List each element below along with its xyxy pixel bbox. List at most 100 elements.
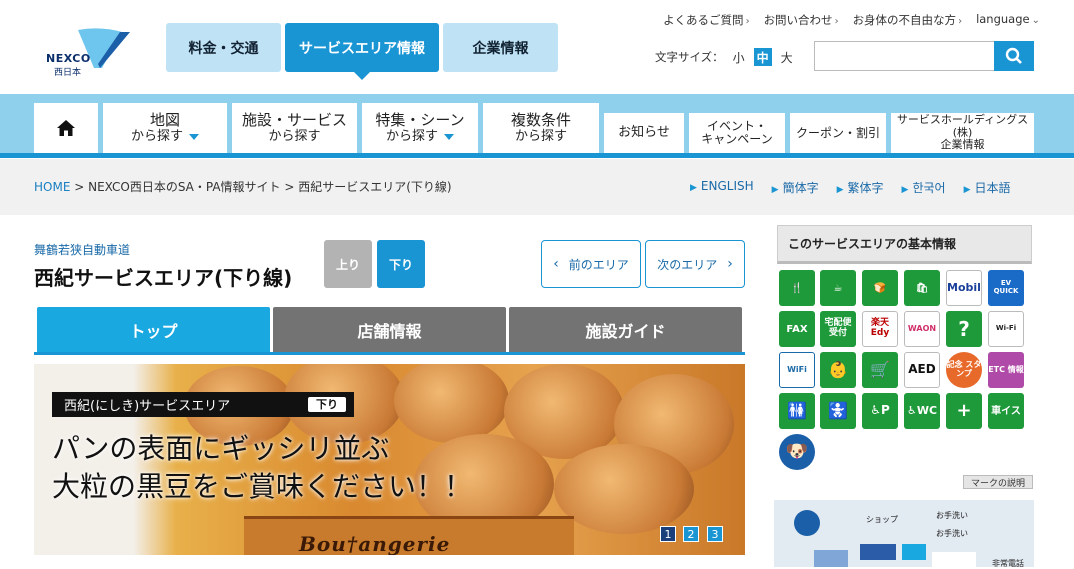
tab-corporate[interactable]: 企業情報: [443, 23, 558, 72]
icon-glyph: 記念 スタンプ: [946, 360, 982, 378]
tab-label: 企業情報: [472, 40, 529, 57]
logo-subtext: 西日本: [54, 68, 82, 78]
font-size-large[interactable]: 大: [778, 48, 796, 66]
language-links: ▶ ENGLISH ▶ 簡体字 ▶ 繁体字 ▶ 한국어 ▶ 日本語: [690, 179, 1011, 196]
etc-icon[interactable]: ETC 情報: [988, 352, 1024, 388]
chevron-right-icon: ›: [834, 16, 839, 27]
font-size-small[interactable]: 小: [730, 48, 748, 66]
nav-facility-search[interactable]: 施設・サービス から探す: [232, 103, 357, 153]
tab-facility-guide[interactable]: 施設ガイド: [509, 307, 742, 353]
lang-simplified-chinese[interactable]: ▶ 簡体字: [772, 179, 819, 196]
link-contact[interactable]: お問い合わせ ›: [764, 12, 839, 28]
link-label: よくあるご質問: [663, 13, 744, 27]
banner-label: 西紀(にしき)サービスエリア 下り: [52, 392, 354, 417]
wifi-sign-icon[interactable]: Wi-Fi: [988, 311, 1024, 347]
nav-home[interactable]: [34, 103, 98, 153]
slide-page-2[interactable]: 2: [683, 526, 699, 542]
nav-sublabel: から探す: [386, 129, 454, 145]
icon-glyph: Mobil: [947, 280, 981, 294]
chevron-right-icon: ›: [727, 256, 733, 272]
area-map[interactable]: ショップ お手洗い お手洗い 非常電話: [774, 500, 1034, 568]
nav-news[interactable]: お知らせ: [604, 113, 684, 153]
breadcrumb-home[interactable]: HOME: [34, 180, 70, 194]
nav-label: 地図: [149, 110, 180, 129]
tab-top[interactable]: トップ: [37, 307, 270, 353]
wheelchair-icon[interactable]: 車イス: [988, 393, 1024, 429]
search-input[interactable]: [815, 42, 985, 70]
link-accessibility[interactable]: お身体の不自由な方 ›: [853, 12, 963, 28]
ev-quick-icon[interactable]: EV QUICK: [988, 270, 1024, 306]
cart-icon[interactable]: 🛒: [862, 352, 898, 388]
slide-page-1[interactable]: 1: [660, 526, 676, 542]
restaurant-icon[interactable]: 🍴: [779, 270, 815, 306]
nursing-icon[interactable]: 👶: [820, 352, 856, 388]
edy-icon[interactable]: 楽天 Edy: [862, 311, 898, 347]
arrow-right-icon: ▶: [836, 185, 844, 195]
next-area-button[interactable]: 次のエリア ›: [645, 240, 745, 288]
mobil-icon[interactable]: Mobil: [946, 270, 982, 306]
accessible-parking-icon[interactable]: ♿P: [862, 393, 898, 429]
stamp-icon[interactable]: 記念 スタンプ: [946, 352, 982, 388]
delivery-icon[interactable]: 宅配便 受付: [820, 311, 856, 347]
nexco-logo[interactable]: NEXCO 西日本: [40, 24, 140, 78]
font-size-medium[interactable]: 中: [753, 48, 772, 66]
icon-glyph: WAON: [907, 323, 937, 333]
info-icon[interactable]: ?: [946, 311, 982, 347]
direction-up-button[interactable]: 上り: [324, 240, 372, 288]
icon-glyph: 🛒: [870, 360, 890, 380]
aed-icon[interactable]: AED: [904, 352, 940, 388]
expressway-name[interactable]: 舞鶴若狭自動車道: [34, 241, 130, 258]
shopping-icon[interactable]: 🛍: [904, 270, 940, 306]
accessible-toilet-icon[interactable]: ♿WC: [904, 393, 940, 429]
lang-japanese[interactable]: ▶ 日本語: [964, 179, 1011, 196]
hero-banner[interactable]: Bou†angerie 西紀(にしき)サービスエリア 下り パンの表面にギッシリ…: [34, 364, 745, 555]
slide-page-3[interactable]: 3: [707, 526, 723, 542]
search-icon: [1005, 47, 1022, 64]
lang-label: 繁体字: [847, 181, 884, 195]
lang-english[interactable]: ▶ ENGLISH: [690, 179, 754, 196]
breadcrumb: HOME > NEXCO西日本のSA・PA情報サイト > 西紀サービスエリア(下…: [34, 178, 452, 195]
nexco-wifi-icon[interactable]: WiFi: [779, 352, 815, 388]
chevron-right-icon: ›: [745, 16, 750, 27]
dog-icon[interactable]: 🐶: [779, 434, 815, 470]
banner-headline-line2: 大粒の黒豆をご賞味ください！！: [52, 470, 473, 503]
snack-icon[interactable]: ☕: [820, 270, 856, 306]
baby-seat-icon[interactable]: 🚼: [820, 393, 856, 429]
lang-korean[interactable]: ▶ 한국어: [902, 179, 946, 196]
tab-shops[interactable]: 店舗情報: [273, 307, 506, 353]
breadcrumb-site[interactable]: NEXCO西日本のSA・PA情報サイト: [88, 180, 280, 194]
nav-coupons[interactable]: クーポン・割引: [790, 113, 886, 153]
nav-label: 施設・サービス: [241, 110, 347, 129]
fax-icon[interactable]: FAX: [779, 311, 815, 347]
bakery-icon[interactable]: 🍞: [862, 270, 898, 306]
ostomate-icon[interactable]: +: [946, 393, 982, 429]
tab-label: サービスエリア情報: [299, 40, 425, 57]
search-button[interactable]: [994, 41, 1034, 71]
nav-label: クーポン・割引: [795, 125, 880, 140]
lang-traditional-chinese[interactable]: ▶ 繁体字: [837, 179, 884, 196]
link-label: お問い合わせ: [763, 13, 833, 27]
map-label-toilet: お手洗い: [936, 511, 968, 520]
tab-fare-traffic[interactable]: 料金・交通: [166, 23, 281, 72]
mark-legend-button[interactable]: マークの説明: [963, 475, 1033, 489]
nav-events[interactable]: イベント・ キャンペーン: [689, 113, 785, 153]
arrow-right-icon: ▶: [963, 185, 971, 195]
icon-glyph: 楽天 Edy: [870, 318, 890, 338]
nav-holdings[interactable]: サービスホールディングス(株) 企業情報: [891, 113, 1034, 153]
direction-down-button[interactable]: 下り: [377, 240, 425, 288]
tab-service-area[interactable]: サービスエリア情報: [285, 23, 439, 80]
icon-glyph: EV QUICK: [993, 279, 1019, 295]
tab-label: 料金・交通: [188, 40, 259, 57]
nav-multi-search[interactable]: 複数条件 から探す: [483, 103, 599, 153]
toilet-icon[interactable]: 🚻: [779, 393, 815, 429]
link-language[interactable]: language ⌄: [976, 12, 1040, 28]
nav-feature-search[interactable]: 特集・シーン から探す: [362, 103, 478, 153]
link-label: お身体の不自由な方: [852, 13, 957, 27]
nav-map-search[interactable]: 地図 から探す: [103, 103, 227, 153]
link-faq[interactable]: よくあるご質問 ›: [663, 12, 750, 28]
search-box: [814, 41, 1034, 71]
prev-area-button[interactable]: ‹ 前のエリア: [541, 240, 641, 288]
icon-glyph: 👶: [828, 360, 848, 380]
waon-icon[interactable]: WAON: [904, 311, 940, 347]
chevron-left-icon: ‹: [553, 256, 559, 272]
